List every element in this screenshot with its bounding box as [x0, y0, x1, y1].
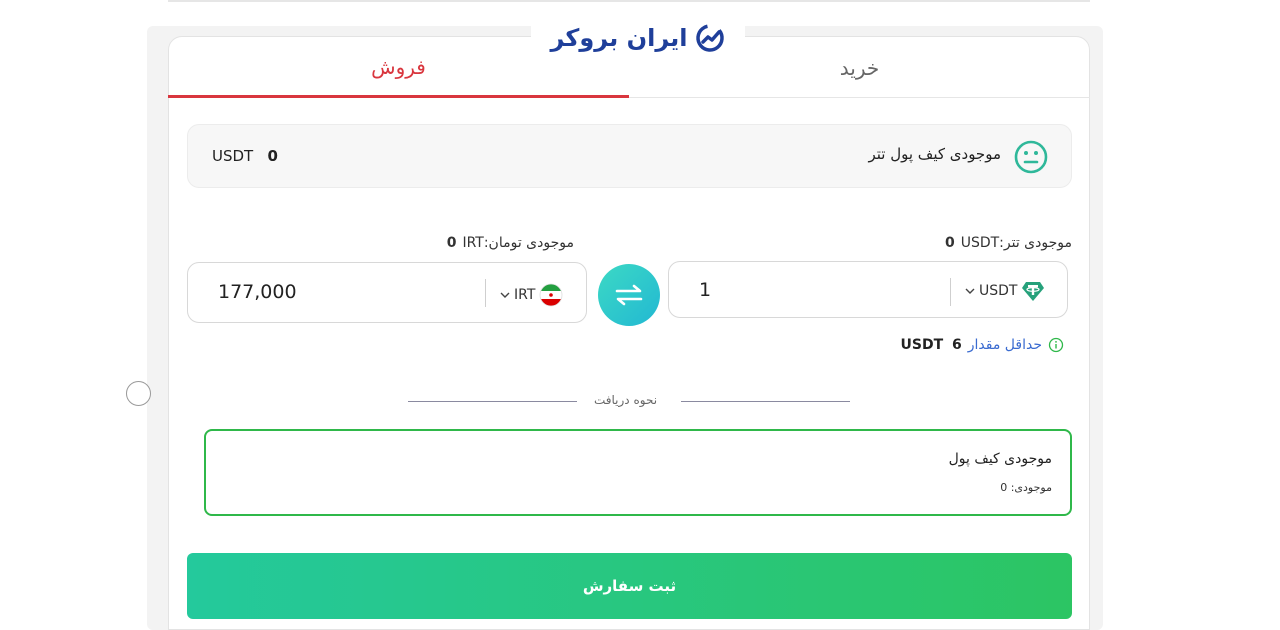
wallet-currency: USDT — [212, 147, 254, 165]
submit-order-button[interactable]: ثبت سفارش — [187, 553, 1072, 619]
from-amount-input[interactable] — [699, 275, 939, 305]
receive-method-balance: موجودی: 0 — [1000, 481, 1052, 494]
tether-wallet-balance: موجودی کیف پول تتر USDT 0 — [187, 124, 1072, 188]
brand-name: ایران بروکر — [550, 24, 688, 52]
tab-buy-label: خرید — [839, 55, 880, 80]
receive-divider-left — [408, 401, 577, 402]
tab-sell-label: فروش — [371, 54, 426, 79]
from-amount-field: USDT — [668, 261, 1068, 318]
swap-button[interactable] — [598, 264, 660, 326]
to-currency-code: IRT — [514, 287, 536, 303]
neutral-face-icon — [1014, 140, 1048, 174]
chevron-down-icon — [965, 288, 975, 294]
info-icon — [1048, 337, 1064, 353]
iran-flag-icon — [539, 283, 563, 307]
toman-balance: موجودی تومان: 0 IRT — [441, 235, 574, 251]
wallet-label: موجودی کیف پول تتر — [868, 145, 1001, 163]
to-amount-input[interactable] — [218, 277, 458, 307]
toman-balance-currency: IRT — [462, 235, 484, 251]
toman-balance-label: موجودی تومان: — [483, 235, 574, 251]
tether-balance-label: موجودی تتر: — [999, 235, 1072, 251]
minimum-amount: 6 — [952, 337, 962, 353]
top-divider — [168, 0, 1090, 2]
receive-method-heading: نحوه دریافت — [594, 393, 658, 407]
toman-balance-amount: 0 — [446, 235, 457, 251]
receive-divider-right — [681, 401, 850, 402]
swap-arrows-icon — [615, 284, 643, 306]
logo-chart-icon — [696, 24, 725, 52]
to-currency-select[interactable]: IRT — [500, 283, 563, 307]
to-amount-field: IRT — [187, 262, 587, 323]
from-currency-code: USDT — [979, 283, 1018, 299]
wallet-amount-value: 0 — [267, 147, 278, 165]
tether-balance-currency: USDT — [960, 235, 1000, 251]
minimum-amount-hint: حداقل مقدار USDT 6 — [901, 337, 1065, 353]
tether-balance-amount: 0 — [944, 235, 955, 251]
receive-method-title: موجودی کیف پول — [948, 451, 1052, 467]
tether-balance: موجودی تتر: 0 USDT — [939, 235, 1072, 251]
minimum-value: USDT 6 — [901, 337, 962, 353]
side-radio-circle[interactable] — [126, 381, 151, 406]
minimum-currency: USDT — [900, 337, 944, 353]
to-field-divider — [485, 279, 486, 307]
brand-logo[interactable]: ایران بروکر — [531, 10, 745, 66]
from-currency-select[interactable]: USDT — [965, 280, 1045, 302]
from-field-divider — [950, 278, 951, 306]
wallet-amount: USDT 0 — [212, 147, 278, 165]
chevron-down-icon — [500, 292, 510, 298]
minimum-label: حداقل مقدار — [967, 337, 1042, 353]
receive-method-wallet[interactable]: موجودی کیف پول موجودی: 0 — [204, 429, 1072, 516]
tether-icon — [1022, 282, 1045, 301]
